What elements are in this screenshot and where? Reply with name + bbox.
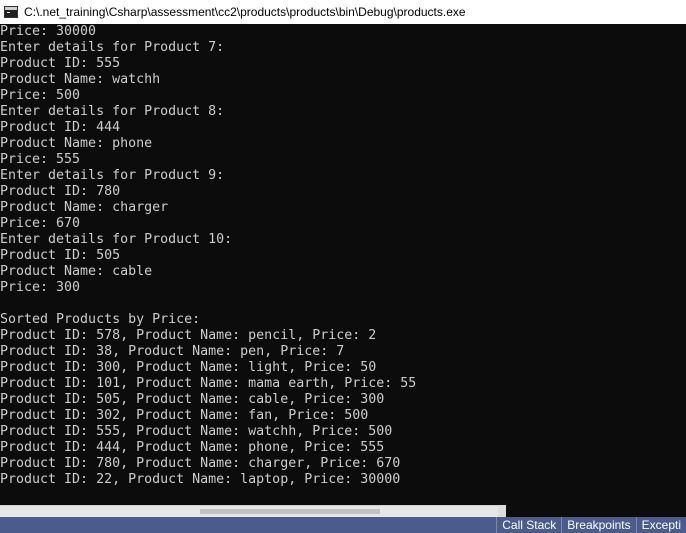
console-line: Price: 30000 (0, 24, 97, 39)
debug-tool-window-tabs: Call Stack Breakpoints Excepti (0, 517, 686, 533)
window-title: C:\.net_training\Csharp\assessment\cc2\p… (24, 5, 466, 19)
console-line: Product Name: watchh (0, 72, 161, 87)
console-app-icon (4, 6, 18, 18)
console-line: Enter details for Product 10: (0, 232, 233, 247)
console-lines: Price: 30000 Enter details for Product 7:… (0, 24, 686, 488)
console-line: Sorted Products by Price: (0, 312, 201, 327)
console-line: Product ID: 38, Product Name: pen, Price… (0, 344, 345, 359)
console-line: Product ID: 444 (0, 120, 121, 135)
horizontal-scrollbar[interactable] (0, 505, 498, 517)
console-line: Product ID: 555, Product Name: watchh, P… (0, 424, 393, 439)
console-line: Product ID: 505 (0, 248, 121, 263)
console-line: Product ID: 300, Product Name: light, Pr… (0, 360, 377, 375)
console-line: Enter details for Product 7: (0, 40, 225, 55)
console-line: Price: 500 (0, 88, 81, 103)
tab-exception-settings[interactable]: Excepti (635, 517, 686, 533)
console-line: Product Name: cable (0, 264, 153, 279)
console-line: Product ID: 555 (0, 56, 121, 71)
console-line: Enter details for Product 9: (0, 168, 225, 183)
console-line: Product ID: 101, Product Name: mama eart… (0, 376, 417, 391)
console-line: Price: 670 (0, 216, 81, 231)
console-line: Product ID: 22, Product Name: laptop, Pr… (0, 472, 401, 487)
console-line: Price: 300 (0, 280, 81, 295)
console-line: Product ID: 444, Product Name: phone, Pr… (0, 440, 385, 455)
tab-call-stack[interactable]: Call Stack (496, 517, 561, 533)
console-line: Enter details for Product 8: (0, 104, 225, 119)
ide-bottom-area: Call Stack Breakpoints Excepti (0, 505, 686, 533)
console-output: Price: 30000 Enter details for Product 7:… (0, 24, 686, 517)
console-line: Product ID: 302, Product Name: fan, Pric… (0, 408, 369, 423)
window-titlebar: C:\.net_training\Csharp\assessment\cc2\p… (0, 0, 686, 24)
console-line: Price: 555 (0, 152, 81, 167)
tab-breakpoints[interactable]: Breakpoints (561, 517, 635, 533)
console-line: Product ID: 505, Product Name: cable, Pr… (0, 392, 385, 407)
scrollbar-corner (498, 505, 506, 517)
console-line: Product ID: 578, Product Name: pencil, P… (0, 328, 377, 343)
console-line: Product Name: charger (0, 200, 169, 215)
scrollbar-thumb[interactable] (200, 509, 380, 514)
console-line: Product ID: 780 (0, 184, 121, 199)
console-line: Product Name: phone (0, 136, 153, 151)
console-line: Product ID: 780, Product Name: charger, … (0, 456, 401, 471)
